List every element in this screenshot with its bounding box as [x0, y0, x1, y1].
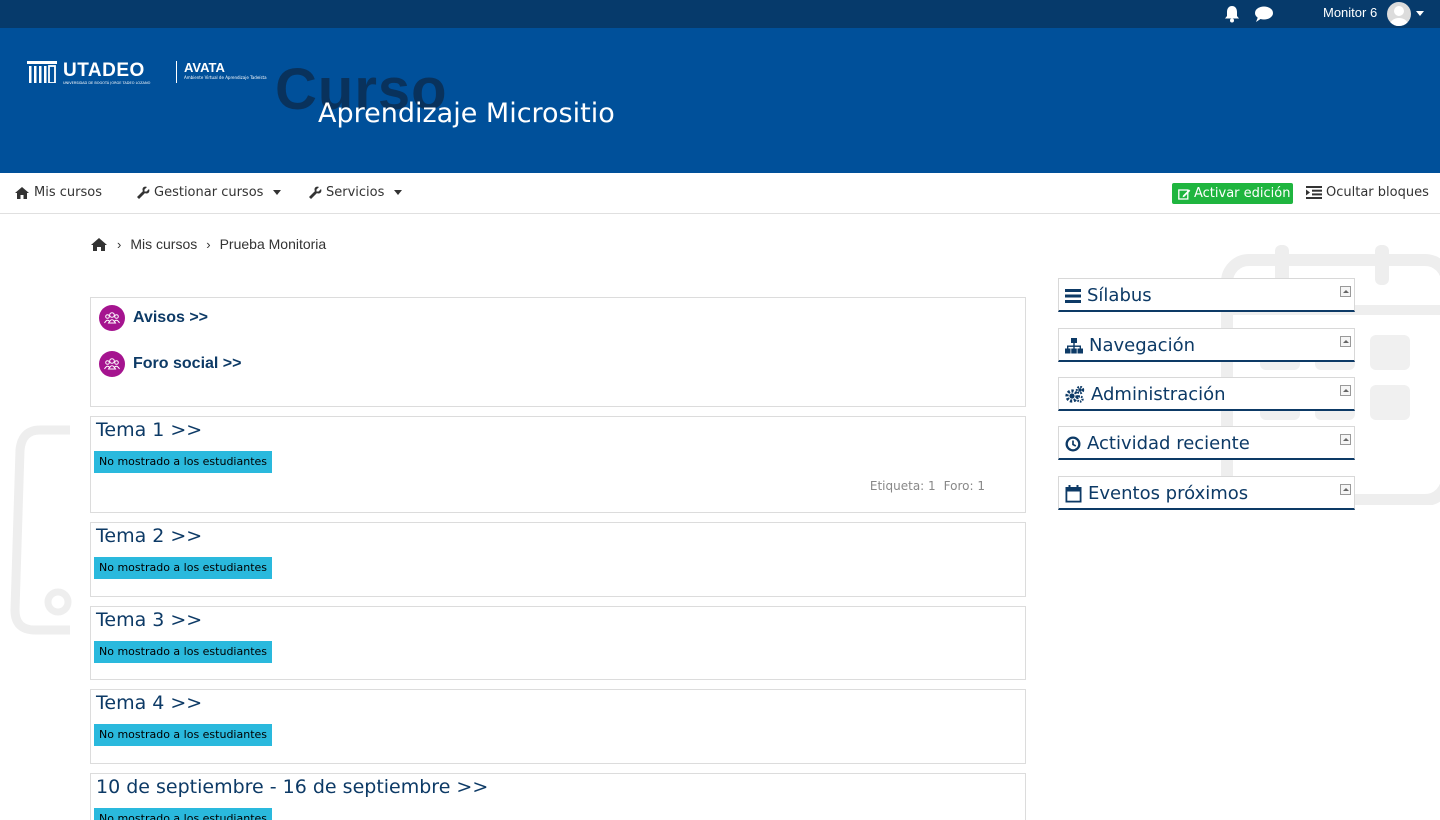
section-title[interactable]: Tema 2 >> [96, 525, 202, 547]
forum-link-foro-social[interactable]: Foro social >> [133, 355, 241, 373]
utadeo-logo[interactable]: UTADEO UNIVERSIDAD DE BOGOTÁ JORGE TADEO… [27, 59, 267, 85]
bell-icon[interactable] [1223, 5, 1241, 23]
logo-name: UTADEO [63, 60, 145, 81]
list-icon [1065, 288, 1081, 303]
collapse-block-icon[interactable] [1340, 336, 1351, 347]
block-title: Navegación [1089, 335, 1195, 356]
week-section: 10 de septiembre - 16 de septiembre >> N… [90, 773, 1026, 820]
logo-subtitle: UNIVERSIDAD DE BOGOTÁ JORGE TADEO LOZANO [63, 81, 151, 85]
nav-services-label: Servicios [326, 185, 385, 200]
phone-watermark [10, 425, 72, 635]
nav-my-courses-label: Mis cursos [34, 185, 102, 200]
summary-labels-count: Etiqueta: 1 [869, 479, 936, 493]
collapse-block-icon[interactable] [1340, 434, 1351, 445]
topic-section-2: Tema 2 >> No mostrado a los estudiantes [90, 522, 1026, 597]
calendar-icon [1065, 484, 1082, 502]
block-syllabus: Sílabus [1058, 278, 1355, 312]
forum-activity-avisos[interactable]: Avisos >> [99, 305, 208, 331]
caret-down-icon [394, 190, 403, 195]
forum-icon [99, 351, 125, 377]
section-title[interactable]: Tema 3 >> [96, 609, 202, 631]
chat-icon[interactable] [1254, 6, 1274, 22]
block-title: Eventos próximos [1088, 483, 1249, 504]
breadcrumb: › Mis cursos › Prueba Monitoria [90, 236, 326, 252]
collapse-block-icon[interactable] [1340, 484, 1351, 495]
breadcrumb-current-course: Prueba Monitoria [219, 236, 327, 252]
chevron-right-icon: › [117, 236, 122, 252]
nav-manage-courses-label: Gestionar cursos [154, 185, 264, 200]
block-title: Administración [1091, 384, 1226, 405]
block-upcoming-events: Eventos próximos [1058, 476, 1355, 510]
hide-blocks-label: Ocultar bloques [1326, 185, 1429, 200]
general-section: Avisos >> Foro social >> [90, 297, 1026, 407]
platform-subtitle: Ambiente Virtual de Aprendizaje Tadeísta [184, 75, 267, 80]
section-title[interactable]: 10 de septiembre - 16 de septiembre >> [96, 776, 488, 798]
topic-section-1: Tema 1 >> No mostrado a los estudiantes … [90, 416, 1026, 513]
forum-activity-foro-social[interactable]: Foro social >> [99, 351, 241, 377]
block-recent-activity: Actividad reciente [1058, 426, 1355, 460]
course-header-banner: UTADEO UNIVERSIDAD DE BOGOTÁ JORGE TADEO… [0, 28, 1440, 173]
topic-section-4: Tema 4 >> No mostrado a los estudiantes [90, 689, 1026, 764]
logo-divider [176, 61, 177, 83]
forum-link-avisos[interactable]: Avisos >> [133, 309, 208, 327]
utadeo-logo-mark-icon [27, 61, 57, 83]
summary-forums-count: Foro: 1 [943, 479, 985, 493]
activate-editing-button[interactable]: Activar edición [1172, 183, 1293, 204]
edit-icon [1178, 188, 1191, 200]
hidden-badge: No mostrado a los estudiantes [94, 641, 273, 663]
hidden-badge: No mostrado a los estudiantes [94, 557, 273, 579]
block-title: Actividad reciente [1087, 433, 1250, 454]
hidden-badge: No mostrado a los estudiantes [94, 724, 273, 746]
wrench-icon [309, 186, 322, 199]
collapse-block-icon[interactable] [1340, 385, 1351, 396]
home-icon [15, 186, 29, 199]
block-navigation: Navegación [1058, 328, 1355, 362]
course-title: Aprendizaje Micrositio [318, 98, 615, 129]
outdent-icon [1306, 186, 1322, 199]
sitemap-icon [1065, 337, 1083, 353]
nav-manage-courses[interactable]: Gestionar cursos [136, 185, 282, 200]
nav-bar: Mis cursos Gestionar cursos Servicios Ac… [0, 173, 1440, 214]
hide-blocks-button[interactable]: Ocultar bloques [1306, 185, 1429, 200]
breadcrumb-my-courses[interactable]: Mis cursos [130, 236, 197, 252]
caret-down-icon [273, 190, 282, 195]
avatar[interactable] [1387, 2, 1411, 26]
wrench-icon [137, 186, 150, 199]
nav-services[interactable]: Servicios [308, 185, 403, 200]
user-name[interactable]: Monitor 6 [1323, 5, 1377, 20]
top-bar: Monitor 6 [0, 0, 1440, 28]
hidden-badge: No mostrado a los estudiantes [94, 451, 273, 473]
section-title[interactable]: Tema 4 >> [96, 692, 202, 714]
activate-editing-label: Activar edición [1194, 186, 1291, 201]
collapse-block-icon[interactable] [1340, 286, 1351, 297]
cogs-icon [1065, 386, 1085, 403]
nav-my-courses[interactable]: Mis cursos [14, 185, 102, 200]
hidden-badge: No mostrado a los estudiantes [94, 808, 273, 820]
block-administration: Administración [1058, 377, 1355, 411]
home-icon[interactable] [90, 237, 108, 252]
section-summary: Etiqueta: 1 Foro: 1 [870, 479, 985, 493]
chevron-right-icon: › [206, 236, 211, 252]
topic-section-3: Tema 3 >> No mostrado a los estudiantes [90, 606, 1026, 680]
user-avatar-icon [1390, 6, 1408, 26]
section-title[interactable]: Tema 1 >> [96, 419, 202, 441]
platform-name: AVATA [184, 60, 225, 75]
clock-icon [1065, 436, 1081, 451]
forum-icon [99, 305, 125, 331]
block-title: Sílabus [1087, 285, 1152, 306]
user-menu-caret-icon[interactable] [1416, 11, 1424, 16]
